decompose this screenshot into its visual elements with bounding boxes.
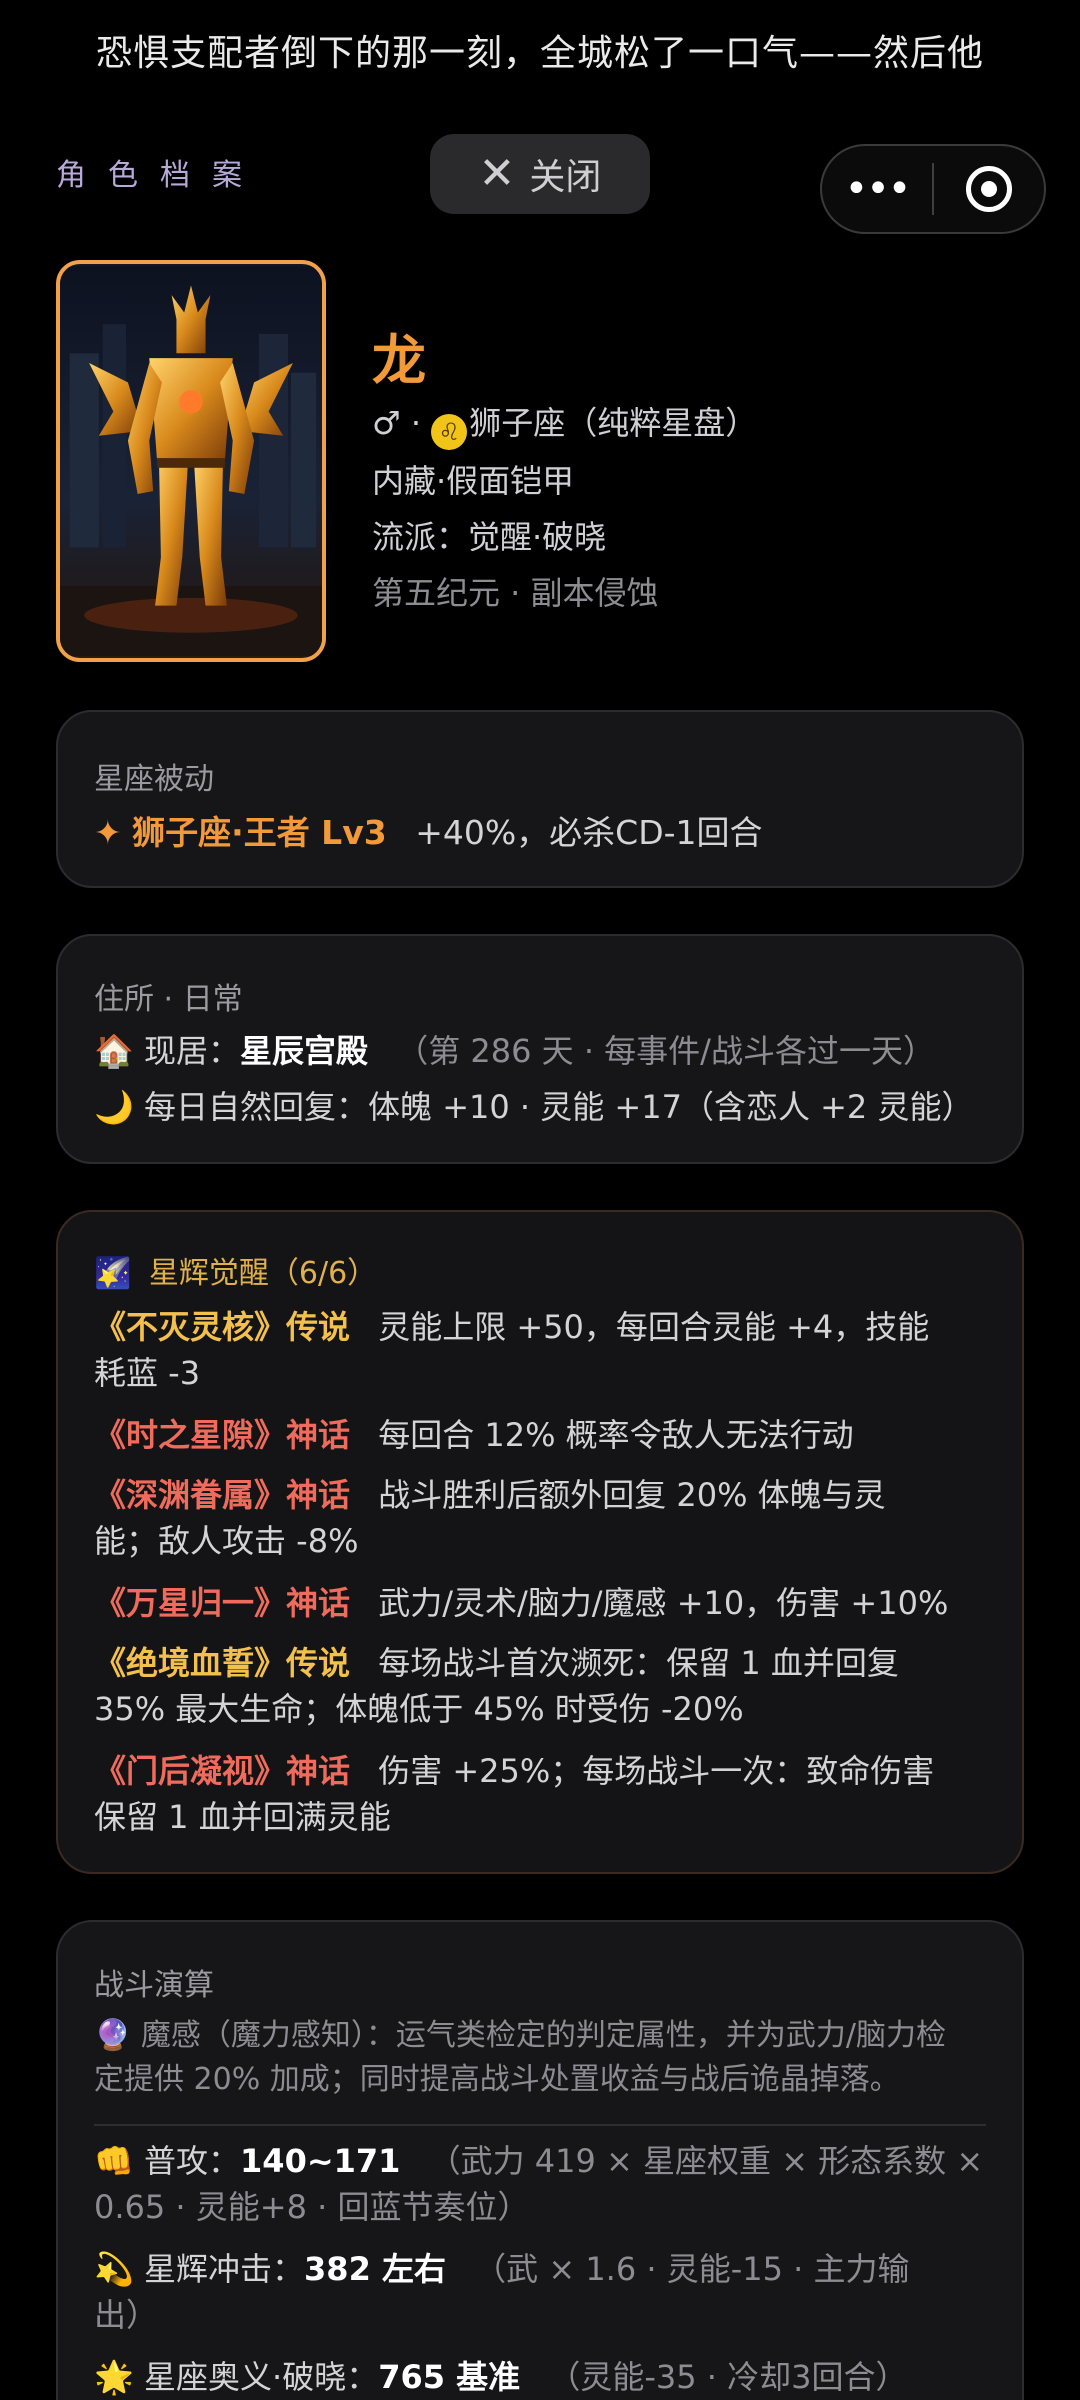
awakening-item-desc: 每回合 12% 概率令敌人无法行动 (378, 1416, 854, 1454)
normal-attack-line: 👊 普攻：140~171 （武力 419 × 星座权重 × 形态系数 × 0.6… (94, 2138, 986, 2230)
armored-hero-illustration (60, 265, 322, 657)
close-x-icon: ✕ (478, 148, 516, 199)
residence-recovery-line: 🌙 每日自然回复：体魄 +10 · 灵能 +17（含恋人 +2 灵能） (94, 1084, 986, 1130)
dizzy-star-icon: 💫 (94, 2250, 134, 2288)
awakening-item-name: 《万星归一》神话 (94, 1584, 351, 1622)
home-name: 星辰宫殿 (240, 1032, 369, 1070)
awakening-item-desc-cont: 耗蓝 -3 (94, 1354, 201, 1392)
awakening-item-name: 《深渊眷属》神话 (94, 1476, 351, 1514)
awakening-title-row: 🌠 星辉觉醒（6/6） (94, 1248, 377, 1292)
home-label: 现居： (144, 1032, 241, 1070)
gender-zodiac-line: ♂ · ♌ 狮子座（纯粹星盘） (372, 398, 757, 450)
impact-value: 382 左右 (304, 2250, 446, 2288)
ult-label: 星座奥义·破晓： (144, 2358, 379, 2396)
star-impact-line: 💫 星辉冲击：382 左右 （武 × 1.6 · 灵能-15 · 主力输 出） (94, 2246, 986, 2338)
residence-title: 住所 · 日常 (94, 982, 243, 1017)
sparkle-icon: ✦ (94, 813, 122, 852)
miniprogram-capsule: ••• (820, 144, 1046, 234)
home-note: （第 286 天 · 每事件/战斗各过一天） (396, 1032, 935, 1070)
awakening-item-desc: 武力/灵术/脑力/魔感 +10，伤害 +10% (378, 1584, 949, 1622)
impact-label: 星辉冲击： (144, 2250, 305, 2288)
awakening-item-desc: 灵能上限 +50，每回合灵能 +4，技能 (378, 1308, 930, 1346)
awakening-item-desc: 每场战斗首次濒死：保留 1 血并回复 (378, 1644, 899, 1682)
close-button[interactable]: ✕ 关闭 (430, 134, 650, 214)
ultimate-line: 🌟 星座奥义·破晓：765 基准 （灵能-35 · 冷却3回合） (94, 2354, 986, 2400)
combat-title: 战斗演算 (94, 1968, 214, 2003)
awakening-title: 星辉觉醒（6/6） (148, 1256, 378, 1291)
character-name: 龙 (372, 329, 426, 392)
combat-divider (94, 2124, 986, 2126)
scrolling-banner: 恐惧支配者倒下的那一刻，全城松了一口气——然后他 (0, 28, 1080, 88)
awakening-item: 《深渊眷属》神话 战斗胜利后额外回复 20% 体魄与灵 能；敌人攻击 -8% (94, 1472, 986, 1564)
more-dots-icon[interactable]: ••• (822, 166, 932, 212)
glowing-star-icon: 🌟 (94, 2358, 134, 2396)
magic-line-2: 定提供 20% 加成；同时提高战斗处置收益与战后诡晶掉落。 (94, 2062, 900, 2097)
attack-value: 140~171 (240, 2142, 401, 2180)
awakening-item-name: 《时之星隙》神话 (94, 1416, 351, 1454)
awakening-item: 《万星归一》神话 武力/灵术/脑力/魔感 +10，伤害 +10% (94, 1580, 986, 1626)
awakening-item-desc: 伤害 +25%；每场战斗一次：致命伤害 (378, 1752, 935, 1790)
residence-home-line: 🏠 现居：星辰宫殿 （第 286 天 · 每事件/战斗各过一天） (94, 1028, 986, 1074)
passive-effect: +40%，必杀CD-1回合 (415, 813, 763, 852)
shooting-star-icon: 🌠 (94, 1256, 132, 1291)
magic-line-1: 魔感（魔力感知）：运气类检定的判定属性，并为武力/脑力检 (140, 2018, 947, 2053)
male-symbol-icon: ♂ (372, 404, 401, 442)
impact-note-1: （武 × 1.6 · 灵能-15 · 主力输 (474, 2250, 910, 2288)
passive-title: 星座被动 (94, 762, 214, 797)
ult-note: （灵能-35 · 冷却3回合） (548, 2358, 908, 2396)
character-portrait (56, 260, 326, 662)
passive-card: 星座被动 ✦ 狮子座·王者 Lv3 +40%，必杀CD-1回合 (56, 710, 1024, 888)
close-label: 关闭 (529, 157, 602, 198)
awakening-item: 《时之星隙》神话 每回合 12% 概率令敌人无法行动 (94, 1412, 986, 1458)
fist-icon: 👊 (94, 2142, 134, 2180)
moon-icon: 🌙 (94, 1088, 134, 1126)
awakening-item-desc-cont: 保留 1 血并回满灵能 (94, 1798, 391, 1836)
awakening-item-name: 《绝境血誓》传说 (94, 1644, 351, 1682)
attack-label: 普攻： (144, 2142, 241, 2180)
ult-value: 765 基准 (378, 2358, 521, 2396)
awakening-item-desc: 战斗胜利后额外回复 20% 体魄与灵 (378, 1476, 886, 1514)
hidden-attribute: 内藏·假面铠甲 (372, 462, 575, 500)
banner-text: 恐惧支配者倒下的那一刻，全城松了一口气——然后他 (95, 33, 984, 74)
awakening-item-name: 《门后凝视》神话 (94, 1752, 351, 1790)
awakening-item: 《门后凝视》神话 伤害 +25%；每场战斗一次：致命伤害 保留 1 血并回满灵能 (94, 1748, 986, 1840)
awakening-item: 《绝境血誓》传说 每场战斗首次濒死：保留 1 血并回复 35% 最大生命；体魄低… (94, 1640, 986, 1732)
awakening-item-desc-cont: 35% 最大生命；体魄低于 45% 时受伤 -20% (94, 1690, 744, 1728)
house-icon: 🏠 (94, 1032, 134, 1070)
attack-note-1: （武力 419 × 星座权重 × 形态系数 × (428, 2142, 984, 2180)
leo-zodiac-icon: ♌ (431, 414, 468, 450)
awakening-item: 《不灭灵核》传说 灵能上限 +50，每回合灵能 +4，技能 耗蓝 -3 (94, 1304, 986, 1396)
school-attribute: 流派：觉醒·破晓 (372, 518, 607, 556)
magic-sense-note: 🔮 魔感（魔力感知）：运气类检定的判定属性，并为武力/脑力检 定提供 20% 加… (94, 2014, 986, 2102)
awakening-item-desc-cont: 能；敌人攻击 -8% (94, 1522, 359, 1560)
target-circle-icon[interactable] (934, 144, 1044, 234)
character-profile-page: 恐惧支配者倒下的那一刻，全城松了一口气——然后他 角色档案 ✕ 关闭 ••• 龙… (0, 0, 1080, 2400)
passive-line: ✦ 狮子座·王者 Lv3 +40%，必杀CD-1回合 (94, 810, 986, 856)
section-label: 角色档案 (56, 158, 264, 193)
impact-note-2: 出） (94, 2296, 159, 2334)
gender-separator: · (400, 404, 432, 442)
crystal-ball-icon: 🔮 (94, 2018, 132, 2053)
zodiac-text: 狮子座（纯粹星盘） (469, 404, 758, 442)
residence-card: 住所 · 日常 🏠 现居：星辰宫殿 （第 286 天 · 每事件/战斗各过一天）… (56, 934, 1024, 1164)
combat-card: 战斗演算 🔮 魔感（魔力感知）：运气类检定的判定属性，并为武力/脑力检 定提供 … (56, 1920, 1024, 2400)
passive-skill-name: 狮子座·王者 Lv3 (132, 813, 387, 852)
era-attribute: 第五纪元 · 副本侵蚀 (372, 574, 659, 612)
attack-note-2: 0.65 · 灵能+8 · 回蓝节奏位） (94, 2188, 530, 2226)
awakening-item-name: 《不灭灵核》传说 (94, 1308, 351, 1346)
recovery-text: 每日自然回复：体魄 +10 · 灵能 +17（含恋人 +2 灵能） (144, 1088, 974, 1126)
awakening-card: 🌠 星辉觉醒（6/6） 《不灭灵核》传说 灵能上限 +50，每回合灵能 +4，技… (56, 1210, 1024, 1874)
